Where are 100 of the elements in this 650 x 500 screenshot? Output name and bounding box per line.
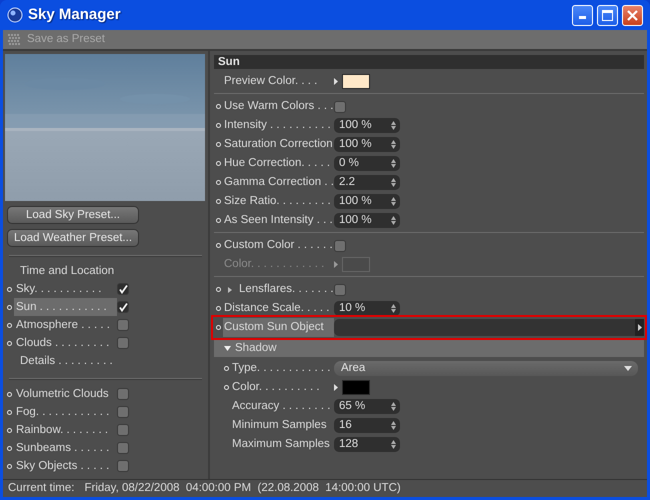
spinner-arrows-icon: [391, 159, 396, 168]
keyframe-dot-icon[interactable]: [7, 322, 12, 328]
number-field[interactable]: 10 %: [334, 301, 400, 316]
nav-heading[interactable]: Details . . . . . . . . .: [14, 352, 117, 370]
field-label: Use Warm Colors . . .: [223, 99, 334, 114]
color-swatch[interactable]: [342, 380, 370, 395]
minimize-button[interactable]: [572, 4, 593, 26]
field-label: Maximum Samples: [231, 437, 331, 452]
checkbox[interactable]: [117, 388, 129, 400]
keyframe-dot-icon[interactable]: [216, 325, 221, 330]
close-icon: [627, 10, 638, 20]
keyframe-dot-icon[interactable]: [216, 287, 221, 292]
number-field[interactable]: 100 %: [334, 118, 400, 133]
color-swatch[interactable]: [342, 74, 370, 89]
nav-item[interactable]: Clouds . . . . . . . . .: [14, 334, 117, 352]
expand-caret-icon: [334, 261, 338, 268]
checkbox[interactable]: [117, 424, 129, 436]
checkbox[interactable]: [334, 100, 346, 112]
keyframe-dot-icon[interactable]: [7, 304, 12, 310]
keyframe-dot-icon[interactable]: [224, 385, 229, 390]
number-field[interactable]: 16: [334, 418, 400, 433]
keyframe-dot-icon[interactable]: [7, 428, 12, 432]
preset-button[interactable]: Load Weather Preset...: [7, 229, 139, 247]
field-label: Lensflares. . . . . . .: [239, 282, 334, 297]
maximize-icon: [602, 10, 613, 20]
keyframe-dot-icon[interactable]: [216, 306, 221, 311]
checkbox[interactable]: [334, 284, 346, 296]
keyframe-dot-icon[interactable]: [216, 123, 221, 128]
number-field[interactable]: 100 %: [334, 137, 400, 152]
field-label: Hue Correction. . . . .: [223, 156, 332, 171]
spinner-arrows-icon: [391, 216, 396, 225]
preset-button[interactable]: Load Sky Preset...: [7, 206, 139, 224]
keyframe-dot-icon[interactable]: [7, 286, 12, 292]
dropdown[interactable]: Area: [334, 361, 638, 376]
field-label: Custom Color . . . . . .: [223, 238, 334, 253]
nav-item[interactable]: Volumetric Clouds: [14, 385, 117, 403]
checkbox[interactable]: [117, 301, 129, 313]
checkbox[interactable]: [334, 240, 346, 252]
nav-item[interactable]: Sunbeams . . . . . .: [14, 439, 117, 457]
checkbox[interactable]: [117, 283, 129, 295]
close-button[interactable]: [622, 4, 643, 26]
maximize-button[interactable]: [597, 4, 618, 26]
checkbox[interactable]: [117, 460, 129, 472]
field-label: Gamma Correction . .: [223, 175, 334, 190]
number-field[interactable]: 0 %: [334, 156, 400, 171]
nav-item[interactable]: Sun . . . . . . . . . . .: [14, 298, 117, 316]
nav-item[interactable]: Atmosphere . . . . .: [14, 316, 117, 334]
grip-icon: [8, 34, 21, 46]
nav-item[interactable]: Rainbow. . . . . . . .: [14, 421, 117, 439]
spinner-arrows-icon: [391, 402, 396, 411]
keyframe-dot-icon[interactable]: [216, 180, 221, 185]
number-field[interactable]: 100 %: [334, 194, 400, 209]
caret-icon: [624, 366, 632, 371]
keyframe-dot-icon[interactable]: [224, 366, 229, 371]
field-label: Size Ratio. . . . . . . . .: [223, 194, 332, 209]
checkbox[interactable]: [117, 337, 129, 349]
field-label: Color. . . . . . . . . .: [231, 380, 321, 395]
app-icon: [7, 7, 23, 23]
keyframe-dot-icon[interactable]: [7, 464, 12, 468]
keyframe-dot-icon[interactable]: [7, 410, 12, 414]
nav-item[interactable]: Sky Objects . . . . .: [14, 457, 117, 475]
nav-item[interactable]: Sky. . . . . . . . . . .: [14, 280, 117, 298]
field-label: Saturation Correction: [223, 137, 334, 152]
spinner-arrows-icon: [391, 178, 396, 187]
spinner-arrows-icon: [391, 121, 396, 130]
field-label: Intensity . . . . . . . . . .: [223, 118, 332, 133]
field-label: Distance Scale. . . . .: [223, 301, 330, 316]
group-header[interactable]: Shadow: [214, 340, 644, 357]
keyframe-dot-icon[interactable]: [216, 161, 221, 166]
checkbox[interactable]: [117, 319, 129, 331]
keyframe-dot-icon[interactable]: [216, 142, 221, 147]
keyframe-dot-icon[interactable]: [216, 104, 221, 109]
number-field[interactable]: 65 %: [334, 399, 400, 414]
keyframe-dot-icon[interactable]: [7, 446, 12, 450]
field-label: Preview Color. . . .: [223, 74, 318, 89]
keyframe-dot-icon[interactable]: [216, 243, 221, 248]
expand-caret-icon: [334, 384, 338, 391]
number-field[interactable]: 100 %: [334, 213, 400, 228]
spinner-arrows-icon: [391, 304, 396, 313]
keyframe-dot-icon[interactable]: [216, 199, 221, 204]
arrow-icon: [638, 324, 642, 331]
field-label: As Seen Intensity . . .: [223, 213, 334, 228]
field-label: Minimum Samples: [231, 418, 328, 433]
field-label: Type. . . . . . . . . . . .: [231, 361, 332, 376]
keyframe-dot-icon[interactable]: [216, 218, 221, 223]
number-field[interactable]: 128: [334, 437, 400, 452]
keyframe-dot-icon[interactable]: [7, 392, 12, 396]
nav-item[interactable]: Fog. . . . . . . . . . . .: [14, 403, 117, 421]
spinner-arrows-icon: [391, 140, 396, 149]
number-field[interactable]: 2.2: [334, 175, 400, 190]
expand-caret-icon: [334, 78, 338, 85]
window-title: Sky Manager: [28, 4, 122, 25]
spinner-arrows-icon: [391, 440, 396, 449]
checkbox[interactable]: [117, 442, 129, 454]
keyframe-dot-icon[interactable]: [7, 340, 12, 346]
nav-heading[interactable]: Time and Location: [14, 262, 117, 280]
caret-icon: [224, 346, 231, 351]
link-field[interactable]: [334, 319, 644, 336]
checkbox[interactable]: [117, 406, 129, 418]
field-label: Color. . . . . . . . . . . .: [223, 257, 326, 272]
